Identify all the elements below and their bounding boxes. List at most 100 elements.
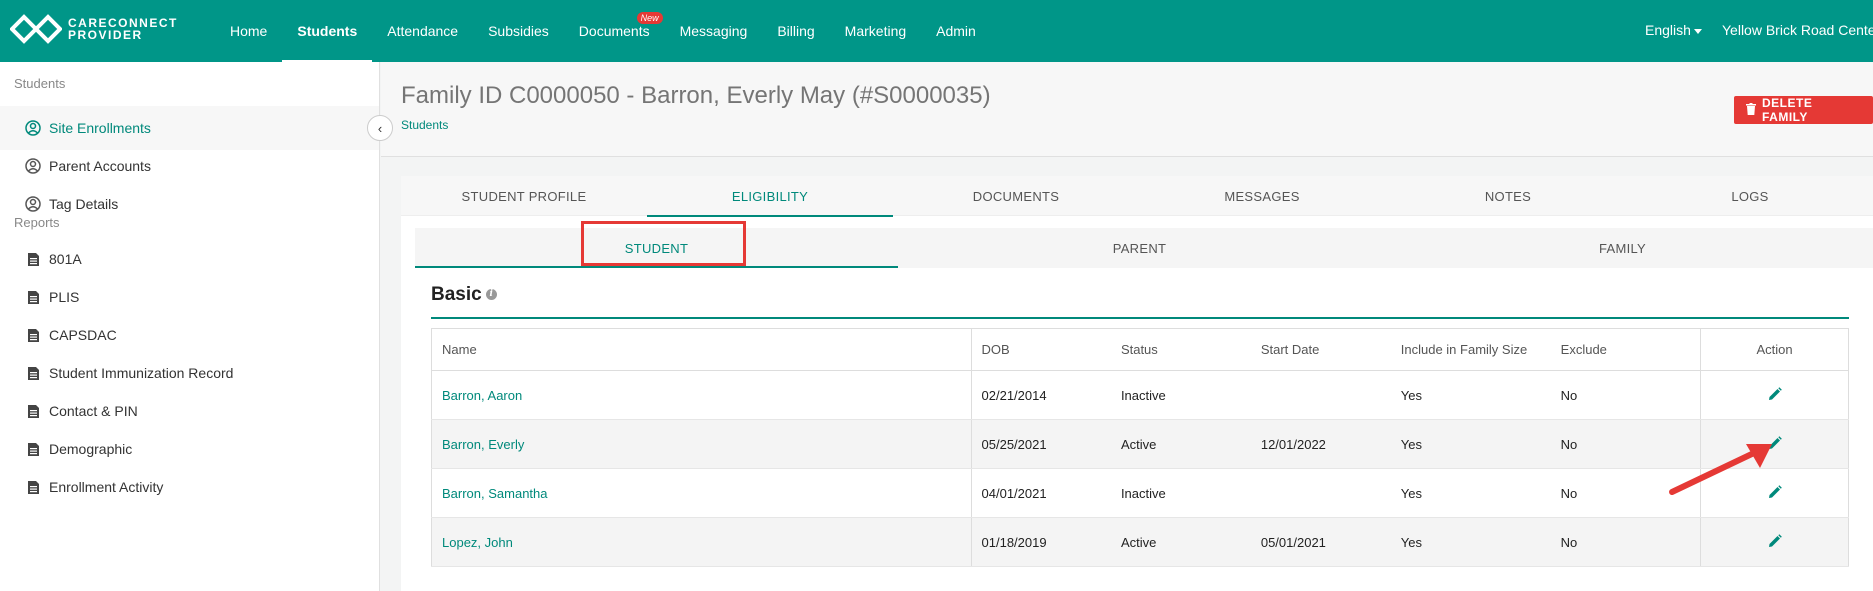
breadcrumb-students[interactable]: Students — [401, 118, 448, 132]
action-cell — [1700, 370, 1849, 420]
brand-text: CARECONNECT PROVIDER — [68, 17, 178, 41]
column-header-action: Action — [1700, 328, 1849, 371]
name-cell: Barron, Samantha — [431, 468, 972, 518]
sidebar-item-label: PLIS — [49, 289, 80, 305]
top-navbar: CARECONNECT PROVIDER Home Students Atten… — [0, 0, 1873, 62]
status-cell: Inactive — [1110, 468, 1251, 518]
main-nav: Home Students Attendance Subsidies Docum… — [215, 0, 991, 62]
include-cell: Yes — [1390, 370, 1551, 420]
dob-cell: 05/25/2021 — [971, 419, 1111, 469]
tab-documents[interactable]: DOCUMENTS — [893, 176, 1139, 216]
nav-home[interactable]: Home — [215, 0, 282, 62]
document-icon — [25, 479, 41, 495]
sidebar-item-label: 801A — [49, 251, 82, 267]
sidebar-item-label: CAPSDAC — [49, 327, 117, 343]
document-icon — [25, 403, 41, 419]
column-header-start-date: Start Date — [1250, 328, 1391, 371]
start-date-cell: 12/01/2022 — [1250, 419, 1391, 469]
collapse-sidebar-button[interactable]: ‹ — [367, 115, 393, 141]
nav-students[interactable]: Students — [282, 0, 373, 62]
trash-icon — [1746, 102, 1756, 118]
dob-cell: 04/01/2021 — [971, 468, 1111, 518]
delete-family-label: DELETE FAMILY — [1762, 96, 1813, 124]
nav-attendance[interactable]: Attendance — [372, 0, 473, 62]
sidebar-item-label: Enrollment Activity — [49, 479, 164, 495]
tab-messages[interactable]: MESSAGES — [1139, 176, 1385, 216]
info-icon[interactable]: i — [485, 289, 497, 301]
nav-messaging[interactable]: Messaging — [665, 0, 763, 62]
start-date-cell: 05/01/2021 — [1250, 517, 1391, 567]
table-header-row: Name DOB Status Start Date Include in Fa… — [431, 328, 1849, 371]
start-date-cell — [1250, 370, 1391, 420]
student-name-link[interactable]: Lopez, John — [442, 535, 513, 550]
subtab-family[interactable]: FAMILY — [1381, 228, 1864, 268]
chevron-left-icon: ‹ — [377, 120, 383, 136]
table-row: Barron, Everly 05/25/2021 Active 12/01/2… — [431, 419, 1849, 469]
edit-pencil-icon[interactable] — [1768, 386, 1782, 401]
exclude-cell: No — [1550, 370, 1701, 420]
sidebar-item-label: Student Immunization Record — [49, 365, 234, 381]
nav-billing[interactable]: Billing — [762, 0, 829, 62]
column-header-status: Status — [1110, 328, 1251, 371]
sidebar-item-label: Tag Details — [49, 196, 119, 212]
document-icon — [25, 441, 41, 457]
annotation-arrow-icon — [1669, 444, 1772, 495]
include-cell: Yes — [1390, 468, 1551, 518]
exclude-cell: No — [1550, 517, 1701, 567]
brand-logo[interactable]: CARECONNECT PROVIDER — [10, 14, 178, 44]
eligibility-table: Name DOB Status Start Date Include in Fa… — [431, 328, 1849, 567]
name-cell: Barron, Everly — [431, 419, 972, 469]
dob-cell: 01/18/2019 — [971, 517, 1111, 567]
status-cell: Active — [1110, 517, 1251, 567]
document-icon — [25, 289, 41, 305]
section-divider — [431, 317, 1849, 319]
sidebar: Students Site Enrollments Parent Account… — [0, 62, 380, 591]
edit-pencil-icon[interactable] — [1768, 533, 1782, 548]
name-cell: Barron, Aaron — [431, 370, 972, 420]
center-name[interactable]: Yellow Brick Road Center — [1722, 22, 1873, 38]
main-content: Family ID C0000050 - Barron, Everly May … — [381, 62, 1873, 591]
delete-family-button[interactable]: DELETE FAMILY — [1734, 96, 1873, 124]
nav-subsidies[interactable]: Subsidies — [473, 0, 564, 62]
status-cell: Inactive — [1110, 370, 1251, 420]
language-dropdown[interactable]: English — [1645, 22, 1702, 38]
tab-eligibility[interactable]: ELIGIBILITY — [647, 176, 893, 217]
tab-logs[interactable]: LOGS — [1627, 176, 1873, 216]
primary-tabs: STUDENT PROFILE ELIGIBILITY DOCUMENTS ME… — [401, 176, 1873, 217]
nav-admin[interactable]: Admin — [921, 0, 991, 62]
action-cell — [1700, 517, 1849, 567]
sidebar-item-report-enrollment-activity[interactable]: Enrollment Activity — [0, 465, 379, 509]
column-header-include-family-size: Include in Family Size — [1390, 328, 1551, 371]
student-name-link[interactable]: Barron, Everly — [442, 437, 524, 452]
annotation-highlight-box — [581, 221, 746, 266]
careconnect-logo-icon — [10, 14, 62, 44]
column-header-name: Name — [431, 328, 972, 371]
tab-student-profile[interactable]: STUDENT PROFILE — [401, 176, 647, 216]
page-header: Family ID C0000050 - Barron, Everly May … — [381, 62, 1873, 157]
document-icon — [25, 365, 41, 381]
document-icon — [25, 251, 41, 267]
nav-documents[interactable]: Documents New — [564, 0, 665, 62]
sidebar-item-label: Parent Accounts — [49, 158, 151, 174]
caret-down-icon — [1693, 28, 1702, 34]
name-cell: Lopez, John — [431, 517, 972, 567]
user-circle-icon — [25, 120, 41, 136]
sidebar-item-label: Demographic — [49, 441, 133, 457]
user-circle-icon — [25, 196, 41, 212]
subtab-parent[interactable]: PARENT — [898, 228, 1381, 268]
tab-notes[interactable]: NOTES — [1385, 176, 1631, 216]
nav-marketing[interactable]: Marketing — [830, 0, 921, 62]
sidebar-section-students: Students — [14, 76, 66, 91]
sidebar-item-label: Site Enrollments — [49, 120, 151, 136]
dob-cell: 02/21/2014 — [971, 370, 1111, 420]
start-date-cell — [1250, 468, 1391, 518]
document-icon — [25, 327, 41, 343]
page-title: Family ID C0000050 - Barron, Everly May … — [401, 82, 991, 109]
column-header-dob: DOB — [971, 328, 1111, 371]
status-cell: Active — [1110, 419, 1251, 469]
section-title-basic: Basic i — [431, 284, 497, 306]
student-name-link[interactable]: Barron, Aaron — [442, 388, 522, 403]
student-name-link[interactable]: Barron, Samantha — [442, 486, 548, 501]
table-row: Barron, Samantha 04/01/2021 Inactive Yes… — [431, 468, 1849, 518]
brand-line-2: PROVIDER — [68, 28, 143, 42]
